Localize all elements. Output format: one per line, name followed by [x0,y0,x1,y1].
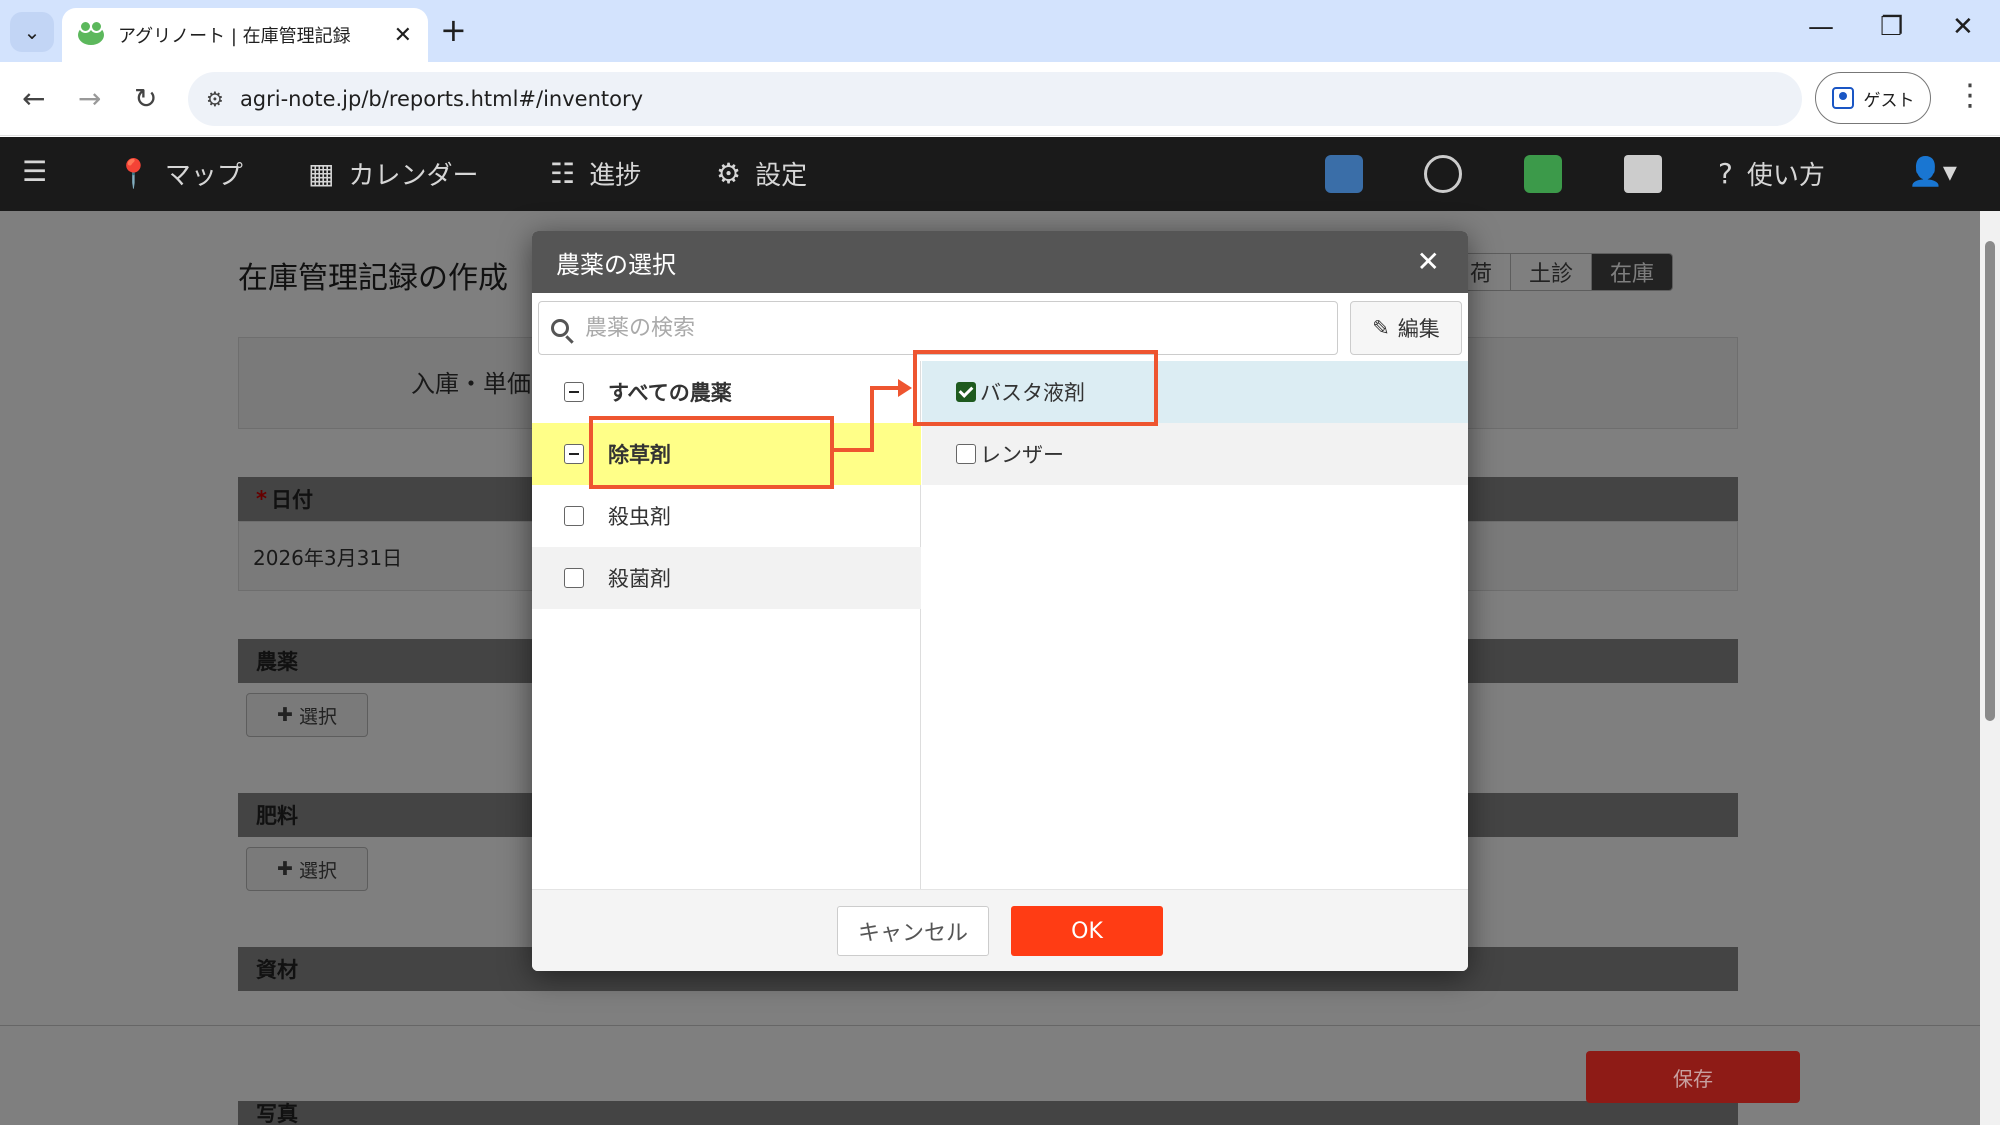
nav-progress[interactable]: ☷ 進捗 [550,155,641,192]
chat-icon[interactable] [1624,155,1662,193]
pencil-icon: ✎ [1372,316,1390,340]
tab-close-icon[interactable]: ✕ [394,23,412,48]
nav-help[interactable]: ? 使い方 [1718,155,1825,192]
sidebar-toggle-icon[interactable]: ☰ [22,155,47,188]
category-all[interactable]: すべての農薬 [532,361,921,423]
category-insecticide-checkbox[interactable] [564,506,584,526]
item-lenzer[interactable]: レンザー [922,423,1468,485]
page-scrollbar[interactable] [1980,211,2000,1125]
edit-button[interactable]: ✎ 編集 [1350,301,1462,355]
restore-icon[interactable]: ❐ [1880,12,1903,42]
map-pin-icon: 📍 [116,157,151,190]
nav-help-label: 使い方 [1746,161,1825,191]
user-menu-icon[interactable]: 👤▾ [1908,155,1957,188]
modal-title: 農薬の選択 [556,250,676,279]
nav-progress-label: 進捗 [589,161,642,191]
reload-icon[interactable]: ↻ [134,82,157,115]
calendar-icon: ▦ [308,157,335,190]
gear-icon: ⚙ [716,157,742,190]
profile-label: ゲスト [1863,90,1915,111]
save-button[interactable]: 保存 [1586,1051,1800,1103]
scroll-thumb[interactable] [1985,241,1995,721]
browser-tab-bar: ⌄ アグリノート | 在庫管理記録 ✕ + — ❐ ✕ [0,0,2000,62]
tab-title: アグリノート | 在庫管理記録 [118,26,351,47]
category-insecticide-label: 殺虫剤 [608,505,671,529]
category-herbicide-checkbox[interactable] [564,444,584,464]
annotation-line [834,448,874,452]
tab-search-icon[interactable]: ⌄ [10,12,54,52]
site-info-icon[interactable]: ⚙ [206,87,224,111]
modal-footer: キャンセル OK [532,889,1468,971]
nav-map-label: マップ [164,161,243,191]
nav-calendar[interactable]: ▦ カレンダー [308,155,478,192]
browser-menu-icon[interactable]: ⋮ [1955,78,1985,113]
address-bar[interactable]: ⚙ agri-note.jp/b/reports.html#/inventory [188,72,1802,126]
category-all-checkbox[interactable] [564,382,584,402]
app-header: ☰ 📍 マップ ▦ カレンダー ☷ 進捗 ⚙ 設定 ? 使い方 👤▾ [0,137,2000,211]
new-tab-icon[interactable]: + [440,12,467,48]
nav-settings-label: 設定 [755,161,808,191]
pesticide-item-list: バスタ液剤 レンザー [922,361,1468,889]
back-icon[interactable]: ← [22,82,45,115]
pesticide-search-box[interactable] [538,301,1338,355]
pesticide-search-input[interactable] [585,315,1285,341]
edit-button-label: 編集 [1397,317,1440,341]
nav-calendar-label: カレンダー [348,161,479,191]
profile-icon [1831,87,1854,109]
profile-button[interactable]: ゲスト [1815,72,1931,124]
forward-icon[interactable]: → [78,82,101,115]
category-fungicide[interactable]: 殺菌剤 [532,547,921,609]
search-icon [551,319,569,337]
question-circle-icon: ? [1718,157,1733,190]
browser-toolbar: ← → ↻ ⚙ agri-note.jp/b/reports.html#/inv… [0,62,2000,136]
nav-settings[interactable]: ⚙ 設定 [716,155,807,192]
category-all-label: すべての農薬 [608,381,732,405]
item-lenzer-checkbox[interactable] [956,444,976,464]
category-fungicide-checkbox[interactable] [564,568,584,588]
pesticide-select-modal: 農薬の選択 ✕ ✎ 編集 すべての農薬 除草剤 殺虫剤 殺菌剤 バスタ液剤 [532,231,1468,971]
cancel-button[interactable]: キャンセル [837,906,989,956]
window-close-icon[interactable]: ✕ [1952,12,1974,42]
annotation-line [870,386,874,452]
ok-button[interactable]: OK [1011,906,1163,956]
mgr-app-icon[interactable] [1325,155,1363,193]
modal-close-icon[interactable]: ✕ [1417,245,1440,278]
annotation-box-herbicide [589,416,834,489]
asterisk-app-icon[interactable] [1424,155,1462,193]
sheet-app-icon[interactable] [1524,155,1562,193]
minimize-icon[interactable]: — [1808,12,1834,42]
frog-favicon-icon [78,20,104,45]
annotation-arrow-icon [898,379,912,397]
nav-map[interactable]: 📍 マップ [116,155,243,192]
item-lenzer-label: レンザー [980,443,1064,467]
list-icon: ☷ [550,157,576,190]
annotation-line [870,386,900,390]
category-fungicide-label: 殺菌剤 [608,567,671,591]
modal-header: 農薬の選択 ✕ [532,231,1468,293]
category-insecticide[interactable]: 殺虫剤 [532,485,921,547]
browser-tab[interactable]: アグリノート | 在庫管理記録 ✕ [62,8,428,62]
url-text: agri-note.jp/b/reports.html#/inventory [239,87,644,111]
annotation-box-basta [913,350,1158,426]
